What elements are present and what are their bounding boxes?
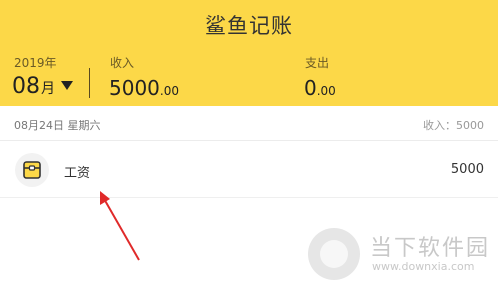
watermark: 当下软件园 www.downxia.com bbox=[308, 224, 494, 284]
watermark-text: 当下软件园 bbox=[370, 236, 491, 261]
watermark-url: www.downxia.com bbox=[372, 260, 475, 273]
watermark-logo-icon bbox=[308, 228, 360, 280]
